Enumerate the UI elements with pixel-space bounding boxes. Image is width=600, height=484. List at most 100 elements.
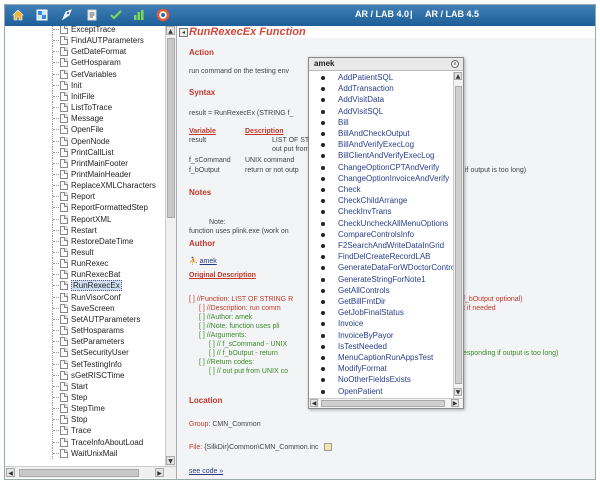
popup-list-item[interactable]: CheckInvTrans xyxy=(309,206,453,218)
tree-item[interactable]: Report xyxy=(5,191,165,203)
tree-item[interactable]: InitFile xyxy=(5,90,165,102)
tree-item-label[interactable]: OpenNode xyxy=(71,136,110,147)
tree-item[interactable]: Restart xyxy=(5,224,165,236)
tree-item[interactable]: Start xyxy=(5,380,165,392)
popup-horizontal-scrollbar[interactable]: ◀ ▶ xyxy=(309,398,463,408)
popup-list-item[interactable]: GetJobFinalStatus xyxy=(309,307,453,319)
scroll-up-arrow-icon[interactable]: ▲ xyxy=(166,26,175,35)
popup-list-item[interactable]: CompareControlsInfo xyxy=(309,229,453,241)
tree-item-label[interactable]: Report xyxy=(71,191,95,202)
see-code-link[interactable]: see code » xyxy=(189,468,223,475)
popup-item-link[interactable]: Bill xyxy=(338,117,349,129)
popup-list-item[interactable]: FindDelCreateRecordLAB xyxy=(309,251,453,263)
grid-icon[interactable] xyxy=(35,8,49,22)
popup-item-link[interactable]: GetBillFmtDir xyxy=(338,296,386,308)
tree-item-label[interactable]: sGetRISCTime xyxy=(71,370,125,381)
popup-list-item[interactable]: AddVisitSQL xyxy=(309,106,453,118)
popup-item-link[interactable]: FindDelCreateRecordLAB xyxy=(338,251,431,263)
tree-item[interactable]: ExceptTrace xyxy=(5,26,165,35)
version-40-link[interactable]: AR / LAB 4.0 xyxy=(355,9,409,19)
popup-list-item[interactable]: AddVisitData xyxy=(309,94,453,106)
tree-item-label[interactable]: GetVariables xyxy=(71,69,117,80)
popup-item-link[interactable]: GetJobFinalStatus xyxy=(338,307,404,319)
scroll-down-arrow-icon[interactable]: ▼ xyxy=(454,388,462,396)
original-description-toggle[interactable]: Original Description xyxy=(189,272,256,279)
popup-item-link[interactable]: CheckInvTrans xyxy=(338,206,392,218)
tree-item-label[interactable]: Trace xyxy=(71,425,91,436)
popup-item-link[interactable]: GetAllControls xyxy=(338,285,390,297)
open-file-icon[interactable] xyxy=(323,443,332,451)
popup-item-link[interactable]: MenuCaptionRunAppsTest xyxy=(338,352,433,364)
tree-item-label[interactable]: PrintMainHeader xyxy=(71,169,131,180)
scroll-left-arrow-icon[interactable]: ◀ xyxy=(6,468,15,477)
tree-item-label[interactable]: SetParameters xyxy=(71,336,124,347)
popup-item-link[interactable]: AddVisitData xyxy=(338,94,384,106)
tree-item-label[interactable]: RunRexecEx xyxy=(71,280,122,292)
tree-item[interactable]: Trace xyxy=(5,425,165,437)
tree-item[interactable]: GetHosparam xyxy=(5,57,165,69)
tree-item[interactable]: PrintCallList xyxy=(5,146,165,158)
popup-list-item[interactable]: OpenPatient xyxy=(309,386,453,398)
tree-item[interactable]: SetHosparams xyxy=(5,325,165,337)
popup-item-link[interactable]: ChangeOptionCPTAndVerify xyxy=(338,162,439,174)
document-icon[interactable] xyxy=(85,8,99,22)
tree-item[interactable]: SetSecurityUser xyxy=(5,347,165,359)
popup-list-item[interactable]: GetBillFmtDir xyxy=(309,296,453,308)
author-name[interactable]: amek xyxy=(200,258,217,265)
author-link[interactable]: ⛹ amek xyxy=(189,257,217,265)
collapse-sidebar-icon[interactable]: ◂ xyxy=(179,28,188,37)
scroll-left-arrow-icon[interactable]: ◀ xyxy=(310,399,318,407)
popup-list-item[interactable]: ChangeOptionCPTAndVerify xyxy=(309,162,453,174)
tree-scroll-thumb[interactable] xyxy=(167,38,175,218)
popup-item-link[interactable]: CheckChildArrange xyxy=(338,195,407,207)
popup-hscroll-thumb[interactable] xyxy=(321,400,445,407)
tree-item-label[interactable]: SetAUTParameters xyxy=(71,314,140,325)
home-icon[interactable] xyxy=(11,8,25,22)
tree-item[interactable]: OpenFile xyxy=(5,124,165,136)
popup-list-item[interactable]: ChangeOptionInvoiceAndVerify xyxy=(309,173,453,185)
tree-hscroll-thumb[interactable] xyxy=(19,469,139,477)
tree-item[interactable]: Init xyxy=(5,79,165,91)
lifebuoy-icon[interactable] xyxy=(156,8,170,22)
popup-list-item[interactable]: Invoice xyxy=(309,318,453,330)
scroll-right-arrow-icon[interactable]: ▶ xyxy=(155,468,164,477)
scroll-right-arrow-icon[interactable]: ▶ xyxy=(451,399,459,407)
tree-item[interactable]: Message xyxy=(5,113,165,125)
tree-item-label[interactable]: OpenFile xyxy=(71,124,103,135)
popup-item-link[interactable]: ChangeOptionInvoiceAndVerify xyxy=(338,173,449,185)
popup-list-item[interactable]: Bill xyxy=(309,117,453,129)
popup-list-item[interactable]: BillClientAndVerifyExecLog xyxy=(309,150,453,162)
tree-item-label[interactable]: Init xyxy=(71,80,82,91)
tree-item[interactable]: Result xyxy=(5,247,165,258)
tree-item-label[interactable]: PrintMainFooter xyxy=(71,158,128,169)
tree-item[interactable]: ReportFormattedStep xyxy=(5,202,165,214)
tree-item[interactable]: sGetRISCTime xyxy=(5,369,165,381)
tree-item[interactable]: OpenNode xyxy=(5,135,165,147)
popup-list-item[interactable]: AddTransaction xyxy=(309,83,453,95)
popup-list-item[interactable]: IsTestNeeded xyxy=(309,341,453,353)
popup-vertical-scrollbar[interactable]: ▲ ▼ xyxy=(453,72,463,398)
tree-item-label[interactable]: ExceptTrace xyxy=(71,26,116,35)
popup-item-link[interactable]: CheckUncheckAllMenuOptions xyxy=(338,218,448,230)
tree-item-label[interactable]: ReplaceXMLCharacters xyxy=(71,180,156,191)
tree-item-label[interactable]: Message xyxy=(71,113,103,124)
tree-item-label[interactable]: RunVisorConf xyxy=(71,292,121,303)
popup-list-item[interactable]: BillAndVerifyExecLog xyxy=(309,139,453,151)
popup-list-item[interactable]: F2SearchAndWriteDataInGrid xyxy=(309,240,453,252)
tree-item[interactable]: GetVariables xyxy=(5,68,165,80)
popup-scroll-thumb[interactable] xyxy=(455,86,462,384)
close-icon[interactable]: x xyxy=(451,60,459,68)
popup-list-item[interactable]: Check xyxy=(309,184,453,196)
tree-item-label[interactable]: TraceInfoAboutLoad xyxy=(71,437,143,448)
tree-item-label[interactable]: SetTestingInfo xyxy=(71,359,122,370)
tree-item[interactable]: SetAUTParameters xyxy=(5,313,165,325)
scroll-down-arrow-icon[interactable]: ▼ xyxy=(166,456,175,465)
tree-item[interactable]: RestoreDateTime xyxy=(5,235,165,247)
popup-item-link[interactable]: GenerateDataForWDoctorControls xyxy=(338,262,453,274)
tree-item-label[interactable]: Restart xyxy=(71,225,97,236)
tree-item-label[interactable]: WaitUnixMail xyxy=(71,448,117,459)
popup-item-link[interactable]: BillClientAndVerifyExecLog xyxy=(338,150,435,162)
tree-item[interactable]: StepTime xyxy=(5,403,165,415)
tree-item-label[interactable]: Start xyxy=(71,381,88,392)
popup-item-link[interactable]: F2SearchAndWriteDataInGrid xyxy=(338,240,444,252)
